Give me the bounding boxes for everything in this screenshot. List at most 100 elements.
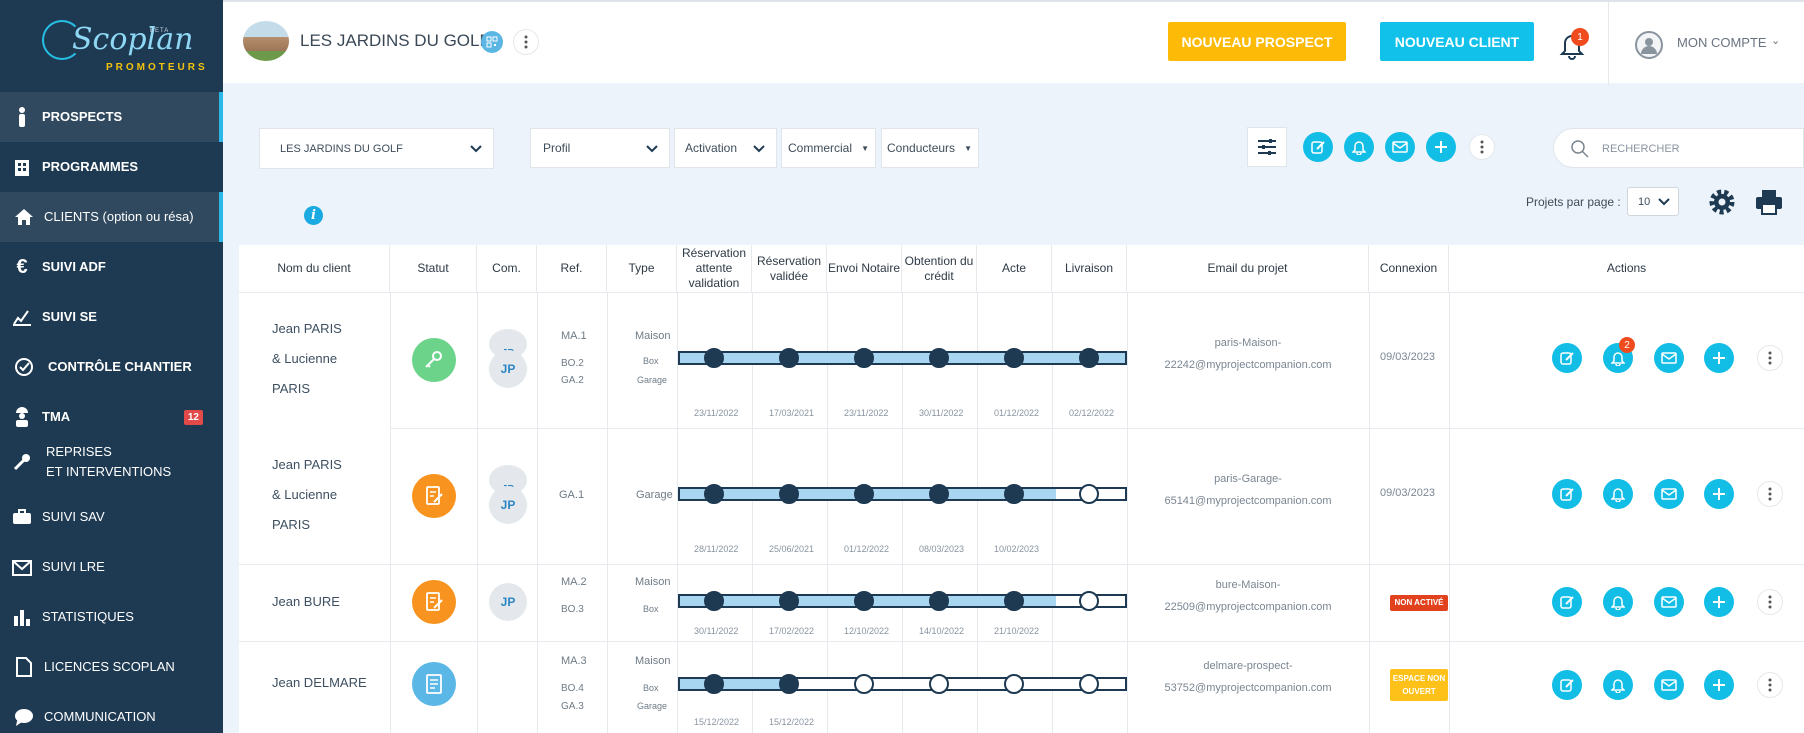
account-avatar[interactable] (1635, 31, 1663, 59)
col-header-connexion[interactable]: Connexion (1369, 245, 1449, 292)
status-contract-icon[interactable] (412, 474, 456, 518)
row-edit-button[interactable] (1552, 587, 1582, 617)
commercial-avatar[interactable]: JP (489, 350, 527, 388)
status-keys-icon[interactable] (412, 338, 456, 382)
sidebar-item-suivi-adf[interactable]: € SUIVI ADF (0, 242, 223, 292)
step-pending[interactable] (854, 674, 874, 694)
step-done[interactable] (779, 674, 799, 694)
conducteurs-select[interactable]: Conducteurs ▼ (881, 128, 979, 168)
sidebar-item-clients[interactable]: CLIENTS (option ou résa) (0, 192, 223, 242)
sidebar-item-communication[interactable]: COMMUNICATION (0, 692, 223, 733)
sidebar-item-statistiques[interactable]: STATISTIQUES (0, 592, 223, 642)
step-done[interactable] (1004, 591, 1024, 611)
row-add-button[interactable] (1704, 587, 1734, 617)
table-row[interactable]: Jean BURE JP MA.2 BO.3 Maison Box 30/11/… (239, 564, 1804, 641)
sidebar-item-tma[interactable]: TMA 12 (0, 392, 223, 442)
step-pending[interactable] (1079, 591, 1099, 611)
profil-select[interactable]: Profil (530, 128, 670, 168)
toolbar-more-icon[interactable] (1469, 134, 1495, 160)
row-edit-button[interactable] (1552, 343, 1582, 373)
row-notify-button[interactable] (1603, 670, 1633, 700)
col-header-type[interactable]: Type (607, 245, 677, 292)
row-more-icon[interactable] (1757, 672, 1783, 698)
row-add-button[interactable] (1704, 343, 1734, 373)
row-more-icon[interactable] (1757, 481, 1783, 507)
sidebar-item-suivi-se[interactable]: SUIVI SE (0, 292, 223, 342)
client-name[interactable]: Jean BURE (272, 587, 340, 617)
col-header-obtention-credit[interactable]: Obtention du crédit (902, 245, 977, 292)
bulk-edit-button[interactable] (1303, 132, 1333, 162)
commercial-select[interactable]: Commercial ▼ (781, 128, 876, 168)
row-edit-button[interactable] (1552, 670, 1582, 700)
row-notify-button[interactable] (1603, 479, 1633, 509)
row-mail-button[interactable] (1654, 670, 1684, 700)
per-page-select[interactable]: 10 (1627, 187, 1679, 216)
bulk-notify-button[interactable] (1344, 132, 1374, 162)
step-pending[interactable] (1079, 674, 1099, 694)
status-contract-icon[interactable] (412, 580, 456, 624)
col-header-resa-validee[interactable]: Réservation validée (752, 245, 827, 292)
col-header-resa-attente[interactable]: Réservation attente validation (677, 245, 752, 292)
brand-logo[interactable]: Scoplan BETA PROMOTEURS (0, 0, 223, 90)
project-more-icon[interactable] (513, 29, 539, 55)
col-header-statut[interactable]: Statut (390, 245, 477, 292)
sidebar-item-controle-chantier[interactable]: CONTRÔLE CHANTIER (0, 342, 223, 392)
client-name[interactable]: Jean PARIS & Lucienne PARIS (272, 314, 342, 404)
step-done[interactable] (779, 591, 799, 611)
sidebar-item-programmes[interactable]: PROGRAMMES (0, 142, 223, 192)
step-done[interactable] (704, 591, 724, 611)
row-edit-button[interactable] (1552, 479, 1582, 509)
step-done[interactable] (854, 348, 874, 368)
col-header-com[interactable]: Com. (477, 245, 537, 292)
col-header-acte[interactable]: Acte (977, 245, 1052, 292)
step-pending[interactable] (1079, 484, 1099, 504)
col-header-email[interactable]: Email du projet (1127, 245, 1369, 292)
sidebar-item-licences[interactable]: LICENCES SCOPLAN (0, 642, 223, 692)
account-chevron-icon[interactable]: ⌄ (1771, 34, 1780, 47)
table-row[interactable]: Jean DELMARE MA.3 BO.4 GA.3 Maison Box G… (239, 641, 1804, 733)
activation-select[interactable]: Activation (674, 128, 777, 168)
account-menu[interactable]: MON COMPTE (1677, 35, 1767, 50)
col-header-livraison[interactable]: Livraison (1052, 245, 1127, 292)
table-row[interactable]: Jean PARIS& LuciennePARIS JP JP MA.1 BO.… (239, 292, 1804, 428)
step-done[interactable] (854, 591, 874, 611)
info-icon[interactable]: i (304, 206, 323, 225)
step-done[interactable] (779, 484, 799, 504)
project-email[interactable]: paris-Garage- 65141@myprojectcompanion.co… (1143, 468, 1353, 512)
step-done[interactable] (1004, 484, 1024, 504)
new-client-button[interactable]: NOUVEAU CLIENT (1380, 22, 1534, 61)
step-done[interactable] (929, 591, 949, 611)
step-done[interactable] (704, 348, 724, 368)
row-mail-button[interactable] (1654, 587, 1684, 617)
status-form-icon[interactable] (412, 662, 456, 706)
search-box[interactable]: RECHERCHER (1553, 128, 1804, 168)
project-email[interactable]: paris-Maison- 22242@myprojectcompanion.co… (1143, 332, 1353, 376)
table-row[interactable]: Jean PARIS& LuciennePARIS JP JP GA.1 Gar… (239, 428, 1804, 564)
step-done[interactable] (779, 348, 799, 368)
programme-select[interactable]: LES JARDINS DU GOLF (259, 128, 494, 169)
sidebar-item-suivi-sav[interactable]: SUIVI SAV (0, 492, 223, 542)
settings-gear-icon[interactable] (1707, 187, 1737, 217)
step-done[interactable] (1079, 348, 1099, 368)
step-done[interactable] (704, 484, 724, 504)
project-email[interactable]: bure-Maison- 22509@myprojectcompanion.com (1143, 574, 1353, 618)
step-done[interactable] (1004, 348, 1024, 368)
commercial-avatar[interactable]: JP (489, 486, 527, 524)
sidebar-item-reprises[interactable]: REPRISES ET INTERVENTIONS (0, 437, 223, 487)
commercial-avatar[interactable]: JP (489, 583, 527, 621)
row-more-icon[interactable] (1757, 589, 1783, 615)
client-name[interactable]: Jean DELMARE (272, 668, 367, 698)
print-icon[interactable] (1755, 189, 1783, 217)
step-done[interactable] (854, 484, 874, 504)
filters-settings-button[interactable] (1247, 127, 1287, 167)
bulk-mail-button[interactable] (1385, 132, 1415, 162)
sidebar-item-prospects[interactable]: PROSPECTS (0, 92, 223, 142)
row-mail-button[interactable] (1654, 343, 1684, 373)
col-header-name[interactable]: Nom du client (239, 245, 390, 292)
step-pending[interactable] (929, 674, 949, 694)
step-done[interactable] (929, 484, 949, 504)
row-more-icon[interactable] (1757, 345, 1783, 371)
step-pending[interactable] (1004, 674, 1024, 694)
row-add-button[interactable] (1704, 479, 1734, 509)
step-done[interactable] (704, 674, 724, 694)
